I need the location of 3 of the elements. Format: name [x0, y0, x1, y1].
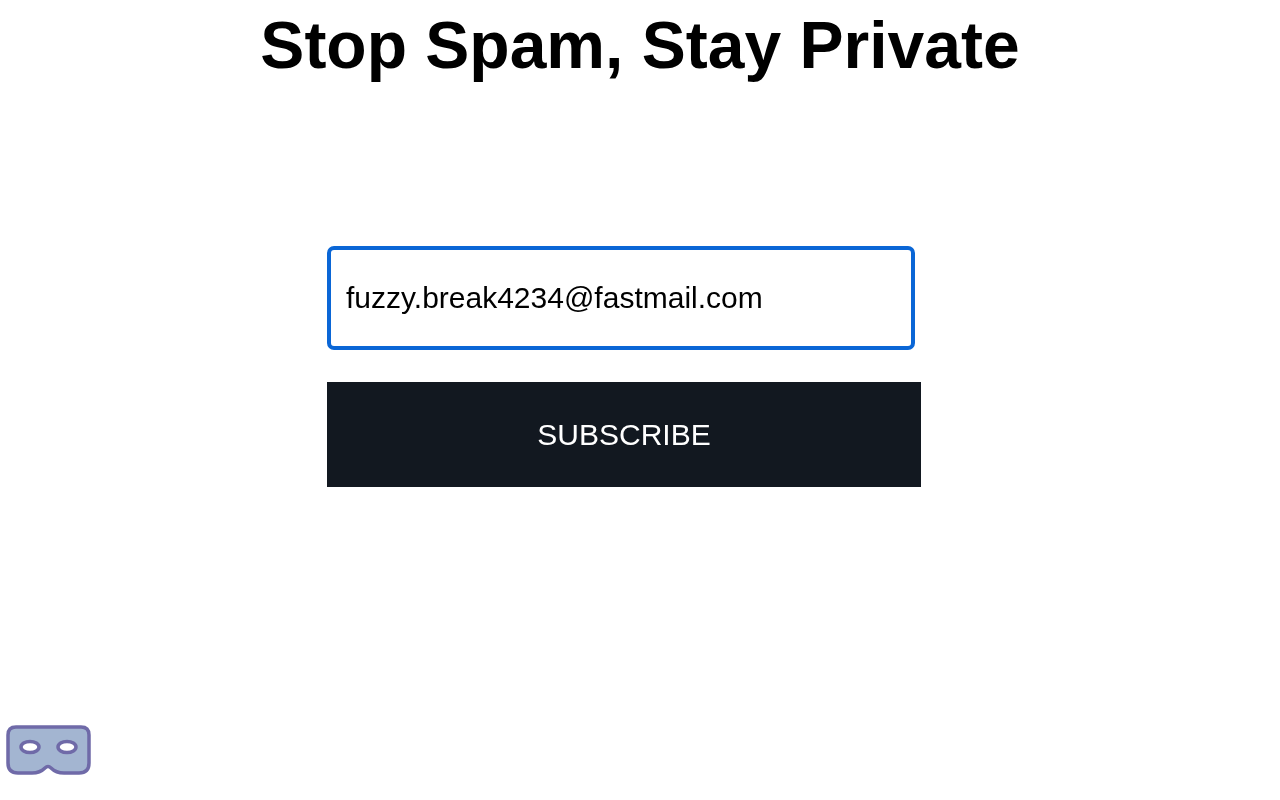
subscribe-button[interactable]: SUBSCRIBE	[327, 382, 921, 487]
mask-icon[interactable]	[6, 725, 91, 778]
email-field[interactable]: fuzzy.break4234@fastmail.com	[327, 246, 915, 350]
